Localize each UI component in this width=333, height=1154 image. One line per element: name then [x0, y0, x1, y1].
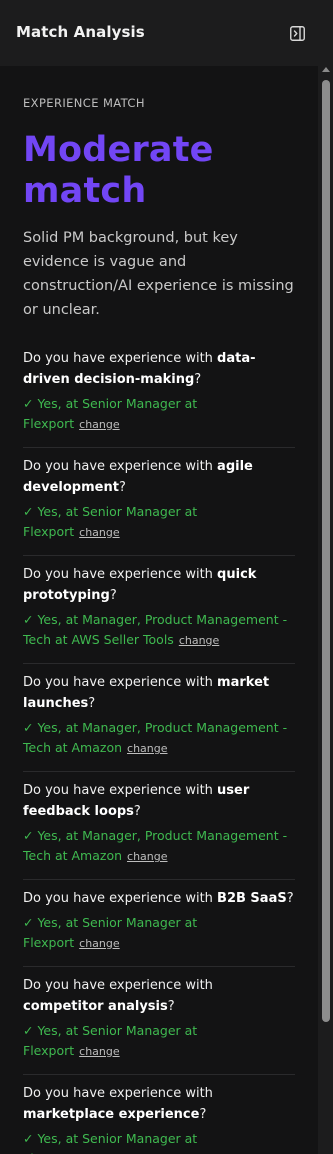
change-answer-link[interactable]: change: [79, 526, 119, 539]
change-answer-link[interactable]: change: [127, 850, 167, 863]
question-item: Do you have experience with quick protot…: [23, 556, 295, 664]
sidebar-collapse-icon: [289, 25, 305, 41]
match-summary: Solid PM background, but key evidence is…: [23, 230, 294, 318]
question-prefix: Do you have experience with: [23, 1086, 213, 1101]
match-analysis-panel: Match Analysis EXPERIENCE MATCH Moderate…: [0, 0, 333, 1154]
question-text: Do you have experience with quick protot…: [23, 564, 295, 606]
question-text: Do you have experience with competitor a…: [23, 975, 295, 1017]
question-prefix: Do you have experience with: [23, 675, 218, 690]
question-skill: B2B SaaS: [217, 891, 287, 906]
panel-header: Match Analysis: [0, 0, 333, 66]
question-suffix: ?: [118, 480, 126, 495]
answer-line: ✓ Yes, at Manager, Product Management - …: [23, 718, 295, 759]
answer-line: ✓ Yes, at Senior Manager at Flexportchan…: [23, 394, 295, 435]
question-suffix: ?: [109, 588, 117, 603]
question-item: Do you have experience with user feedbac…: [23, 772, 295, 880]
question-item: Do you have experience with marketplace …: [23, 1075, 295, 1154]
question-text: Do you have experience with marketplace …: [23, 1083, 295, 1125]
question-item: Do you have experience with B2B SaaS? ✓ Y…: [23, 880, 295, 967]
change-answer-link[interactable]: change: [79, 418, 119, 431]
change-answer-link[interactable]: change: [127, 742, 167, 755]
question-item: Do you have experience with market launc…: [23, 664, 295, 772]
scrollbar[interactable]: [318, 66, 333, 1154]
question-suffix: ?: [167, 999, 175, 1014]
panel-title: Match Analysis: [16, 23, 145, 41]
answer-line: ✓ Yes, at Senior Manager at Flexportchan…: [23, 1021, 295, 1062]
answer-line: ✓ Yes, at Senior Manager at Flexportchan…: [23, 502, 295, 543]
scroll-up-arrow-icon[interactable]: [322, 67, 330, 72]
collapse-panel-button[interactable]: [289, 25, 305, 41]
verdict-line-2: match: [23, 171, 147, 211]
question-item: Do you have experience with agile develo…: [23, 448, 295, 556]
question-item: Do you have experience with competitor a…: [23, 967, 295, 1075]
answer-text: ✓ Yes, at Senior Manager at Flexport: [23, 1131, 198, 1154]
question-prefix: Do you have experience with: [23, 978, 213, 993]
question-text: Do you have experience with user feedbac…: [23, 780, 295, 822]
answer-line: ✓ Yes, at Manager, Product Management - …: [23, 826, 295, 867]
question-prefix: Do you have experience with: [23, 459, 218, 474]
question-text: Do you have experience with market launc…: [23, 672, 295, 714]
answer-line: ✓ Yes, at Manager, Product Management - …: [23, 610, 295, 651]
question-skill: marketplace experience: [23, 1107, 200, 1122]
scroll-content: EXPERIENCE MATCH Moderate match Solid PM…: [0, 66, 318, 1154]
question-item: Do you have experience with data-driven …: [23, 340, 295, 448]
change-answer-link[interactable]: change: [79, 1045, 119, 1058]
verdict-line-1: Moderate: [23, 130, 214, 170]
section-kicker: EXPERIENCE MATCH: [23, 96, 145, 110]
question-prefix: Do you have experience with: [23, 351, 218, 366]
question-skill: competitor analysis: [23, 999, 168, 1014]
scrollbar-thumb[interactable]: [322, 80, 330, 1022]
question-text: Do you have experience with B2B SaaS?: [23, 888, 295, 909]
question-suffix: ?: [286, 891, 294, 906]
question-prefix: Do you have experience with: [23, 783, 218, 798]
change-answer-link[interactable]: change: [179, 634, 219, 647]
question-text: Do you have experience with data-driven …: [23, 348, 295, 390]
question-suffix: ?: [133, 804, 141, 819]
question-suffix: ?: [194, 372, 202, 387]
question-suffix: ?: [199, 1107, 207, 1122]
answer-text: ✓ Yes, at Manager, Product Management - …: [23, 612, 288, 647]
question-prefix: Do you have experience with: [23, 567, 218, 582]
answer-line: ✓ Yes, at Senior Manager at Flexportchan…: [23, 913, 295, 954]
question-suffix: ?: [88, 696, 96, 711]
change-answer-link[interactable]: change: [79, 937, 119, 950]
match-verdict: Moderate match: [23, 130, 295, 212]
answer-line: ✓ Yes, at Senior Manager at Flexportchan…: [23, 1129, 295, 1154]
question-prefix: Do you have experience with: [23, 891, 218, 906]
question-text: Do you have experience with agile develo…: [23, 456, 295, 498]
question-list: Do you have experience with data-driven …: [23, 340, 295, 1154]
